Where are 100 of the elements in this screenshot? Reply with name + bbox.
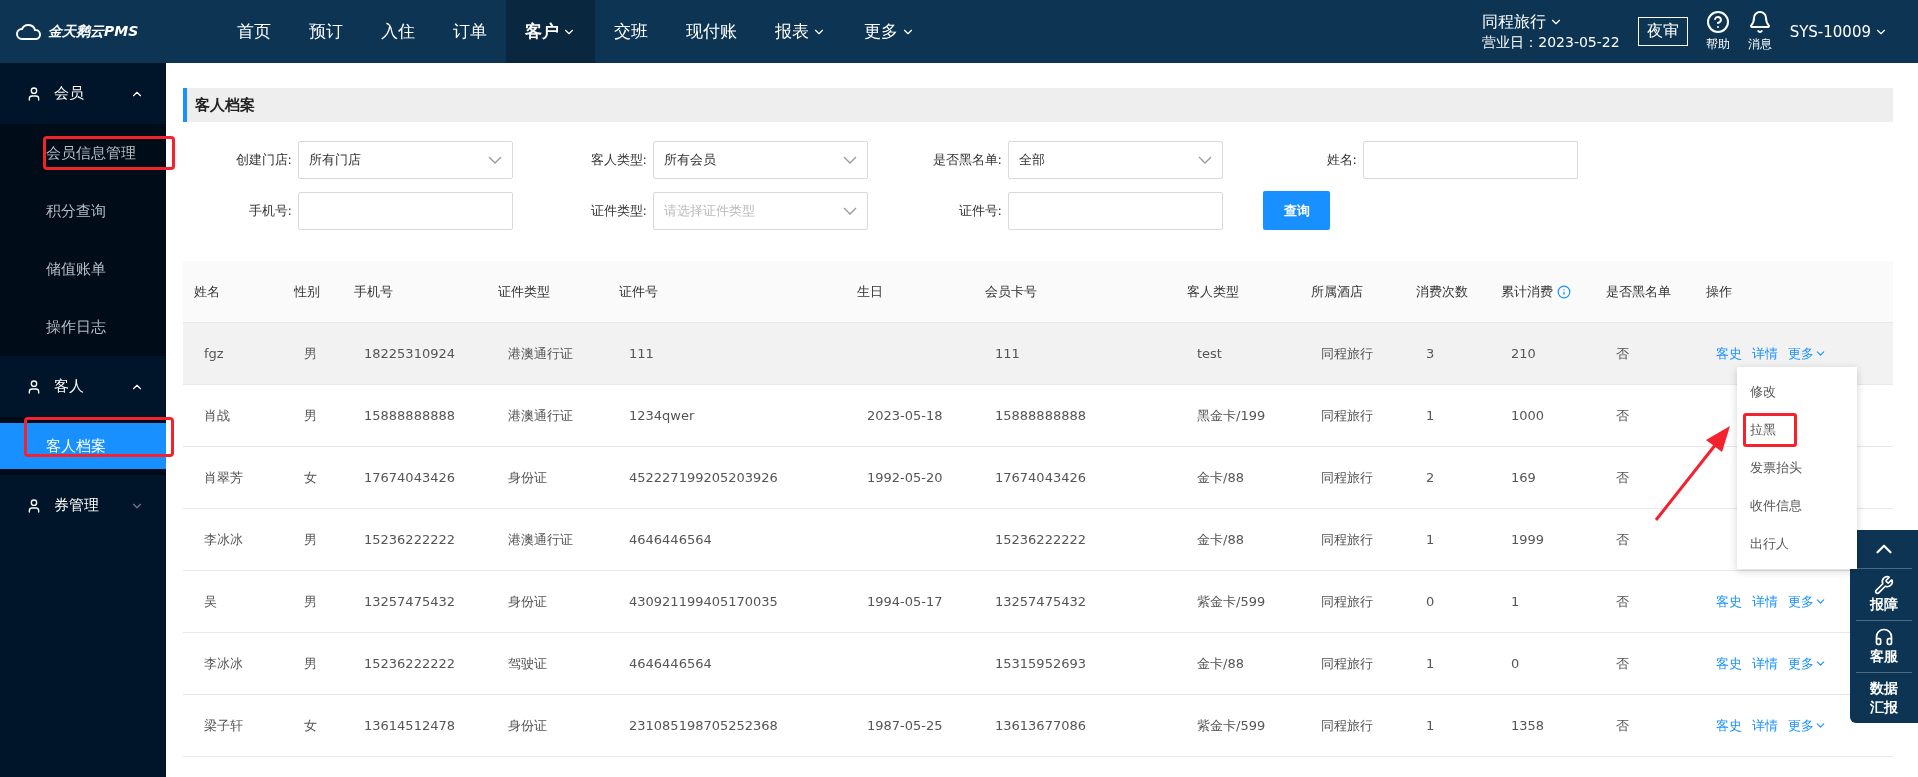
select-field[interactable]: 全部 xyxy=(1008,141,1223,179)
sidebar-item[interactable]: 积分查询 xyxy=(0,182,166,240)
table-cell-text: 17674043426 xyxy=(994,470,1087,485)
sidebar-group[interactable]: 会员 xyxy=(0,63,166,124)
column-header: 证件号 xyxy=(618,282,659,301)
nav-tab[interactable]: 报表 xyxy=(756,0,845,63)
cloud-icon xyxy=(16,23,42,40)
sidebar-group[interactable]: 客人 xyxy=(0,356,166,417)
table-cell-text: 13613677086 xyxy=(994,718,1087,733)
table-cell-text: 1987-05-25 xyxy=(866,718,944,733)
table-cell-text: 同程旅行 xyxy=(1320,592,1374,611)
input-field[interactable] xyxy=(298,191,513,230)
side-tool-button[interactable]: 客服 xyxy=(1856,621,1912,673)
page-title: 客人档案 xyxy=(183,88,1893,122)
filter-label: 姓名: xyxy=(1326,151,1358,169)
chevron-down-icon xyxy=(488,156,502,164)
table-cell-text: 男 xyxy=(303,654,318,673)
business-day: 营业日：2023-05-22 xyxy=(1482,31,1620,52)
table-cell-text: 1 xyxy=(1425,532,1436,547)
table-cell-text: 0 xyxy=(1510,656,1521,671)
side-tool-button[interactable]: 报障 xyxy=(1856,569,1912,621)
table-cell-text: 1 xyxy=(1425,656,1436,671)
table-cell-text: 2 xyxy=(1425,470,1436,485)
table-cell-text: 111 xyxy=(628,346,655,361)
table-cell-text: 169 xyxy=(1510,470,1537,485)
table-cell-text: 男 xyxy=(303,406,318,425)
table-cell-text: 15888888888 xyxy=(994,408,1087,423)
menu-item[interactable]: 收件信息 xyxy=(1737,487,1857,525)
menu-item[interactable]: 出行人 xyxy=(1737,525,1857,563)
table-cell-text: 否 xyxy=(1615,530,1630,549)
input-field[interactable] xyxy=(1008,191,1223,230)
select-field[interactable]: 所有会员 xyxy=(653,141,868,179)
sidebar-item[interactable]: 操作日志 xyxy=(0,298,166,356)
table-cell-text: 3 xyxy=(1425,346,1436,361)
column-header: 累计消费 xyxy=(1490,282,1595,301)
nav-tab[interactable]: 订单 xyxy=(434,0,506,63)
column-header: 性别 xyxy=(293,282,321,301)
table-cell-text: 1358 xyxy=(1510,718,1546,733)
nav-tab[interactable]: 客户 xyxy=(506,0,595,63)
nav-tab[interactable]: 预订 xyxy=(290,0,362,63)
table-cell-text: 身份证 xyxy=(507,592,548,611)
table-cell-text: 18225310924 xyxy=(363,346,456,361)
messages-button[interactable]: 消息 xyxy=(1747,10,1772,53)
night-audit-button[interactable]: 夜审 xyxy=(1637,17,1688,46)
menu-item[interactable]: 拉黑 xyxy=(1737,411,1857,449)
table-cell-text: 15236222222 xyxy=(363,532,456,547)
table-cell-text: 0 xyxy=(1425,594,1436,609)
user-icon xyxy=(26,378,42,395)
table-cell-text: 紫金卡/599 xyxy=(1196,592,1267,611)
sidebar-group[interactable]: 券管理 xyxy=(0,475,166,536)
table-cell-text: 210 xyxy=(1510,346,1537,361)
table-cell-text: 肖翠芳 xyxy=(203,468,244,487)
side-tool-button[interactable]: 数据汇报 xyxy=(1856,673,1912,723)
table-cell-text: 身份证 xyxy=(507,716,548,735)
table-cell-text: 否 xyxy=(1615,716,1630,735)
table-cell-text: 15315952693 xyxy=(994,656,1087,671)
table-cell-text: 紫金卡/599 xyxy=(1196,716,1267,735)
menu-item[interactable]: 发票抬头 xyxy=(1737,449,1857,487)
table-cell-text: 金卡/88 xyxy=(1196,530,1245,549)
table-cell-text: 否 xyxy=(1615,592,1630,611)
column-header: 所属酒店 xyxy=(1310,282,1364,301)
chevron-down-icon xyxy=(843,156,857,164)
nav-tab[interactable]: 首页 xyxy=(218,0,290,63)
table-cell-text: 1999 xyxy=(1510,532,1546,547)
column-header: 姓名 xyxy=(193,282,221,301)
table-cell-text: 男 xyxy=(303,344,318,363)
nav-tab[interactable]: 入住 xyxy=(362,0,434,63)
table-cell-text: fgz xyxy=(203,346,225,361)
table-cell-text: 同程旅行 xyxy=(1320,716,1374,735)
table-cell-text: 身份证 xyxy=(507,468,548,487)
table-cell-text: 金卡/88 xyxy=(1196,654,1245,673)
help-button[interactable]: 帮助 xyxy=(1705,10,1730,53)
user-menu[interactable]: SYS-10009 xyxy=(1789,22,1888,41)
table-cell-text: 1992-05-20 xyxy=(866,470,944,485)
headphones-icon xyxy=(1874,627,1894,647)
table-cell-text: 女 xyxy=(303,468,318,487)
table-cell-text: 港澳通行证 xyxy=(507,530,574,549)
table-cell-text: 否 xyxy=(1615,468,1630,487)
filter-label: 客人类型: xyxy=(590,151,648,169)
table-cell-text: 男 xyxy=(303,530,318,549)
table-cell-text: 驾驶证 xyxy=(507,654,548,673)
nav-tab[interactable]: 更多 xyxy=(845,0,934,63)
table-cell-text: 同程旅行 xyxy=(1320,530,1374,549)
sidebar-item[interactable]: 会员信息管理 xyxy=(0,124,166,182)
menu-item[interactable]: 修改 xyxy=(1737,373,1857,411)
filter-label: 手机号: xyxy=(248,201,293,220)
nav-tab[interactable]: 交班 xyxy=(595,0,667,63)
table-cell-text: 否 xyxy=(1615,344,1630,363)
table-cell-text: test xyxy=(1196,346,1223,361)
input-field[interactable] xyxy=(1363,141,1578,179)
table-cell-text: 17674043426 xyxy=(363,470,456,485)
table-cell-text: 231085198705252368 xyxy=(628,718,779,733)
table-cell-text: 13257475432 xyxy=(363,594,456,609)
table-cell-text: 梁子轩 xyxy=(203,716,244,735)
nav-tab[interactable]: 现付账 xyxy=(667,0,756,63)
table-cell-text: 1 xyxy=(1425,408,1436,423)
select-field[interactable]: 所有门店 xyxy=(298,141,513,179)
filter-label: 是否黑名单: xyxy=(932,151,1003,169)
sidebar-item[interactable]: 储值账单 xyxy=(0,240,166,298)
hotel-selector[interactable]: 同程旅行 xyxy=(1482,11,1620,32)
